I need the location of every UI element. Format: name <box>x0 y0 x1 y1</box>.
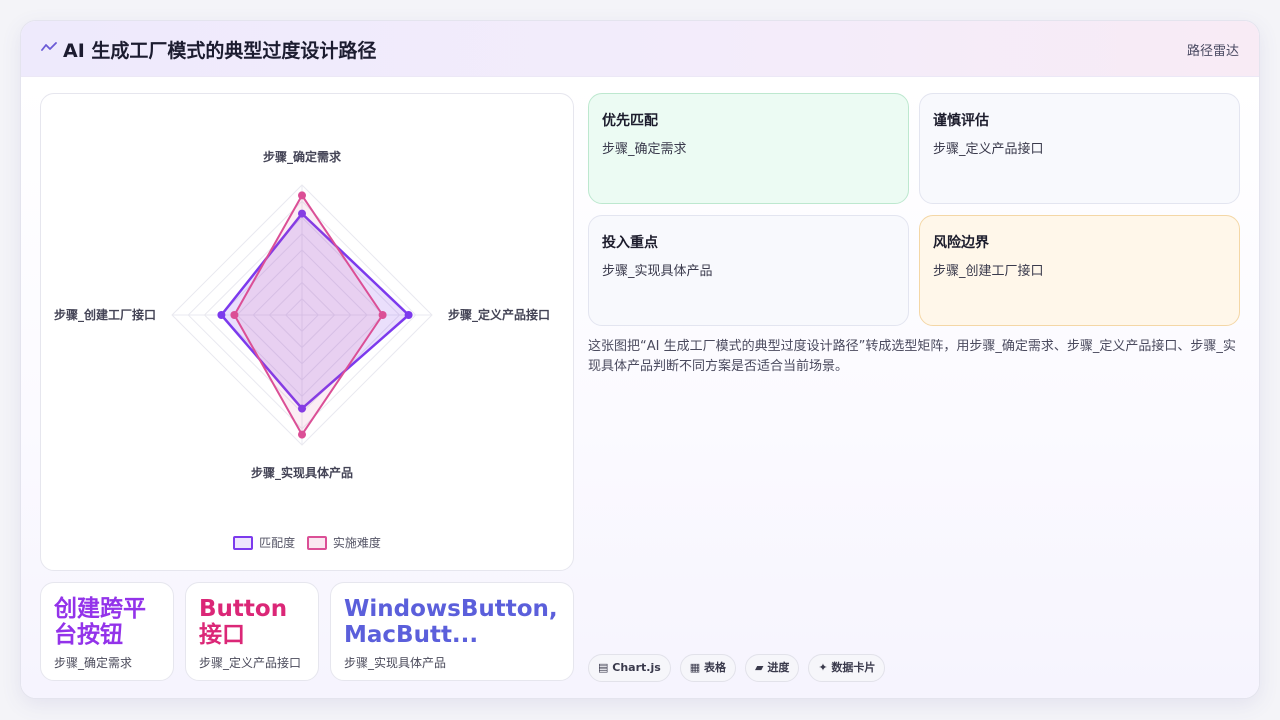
metric-label: 步骤_实现具体产品 <box>344 656 447 670</box>
quadrant-title: 风险边界 <box>933 235 989 251</box>
metric-label: 步骤_确定需求 <box>54 656 133 670</box>
radar-point-series-0 <box>217 311 226 319</box>
radar-point-series-1 <box>298 430 306 439</box>
chart-legend: 匹配度 实施难度 <box>41 534 573 553</box>
radar-point-series-1 <box>298 191 306 200</box>
radar-point-series-1 <box>378 311 387 319</box>
radar-chart-panel: 步骤_确定需求步骤_定义产品接口步骤_实现具体产品 步骤_创建工厂接口 匹配度 实… <box>40 93 574 571</box>
radar-point-series-0 <box>404 311 413 319</box>
metric-card: Button 接口 步骤_定义产品接口 <box>185 582 319 681</box>
tag-label: 数据卡片 <box>831 661 876 674</box>
quadrant-title: 投入重点 <box>602 235 658 251</box>
quadrant-value: 步骤_实现具体产品 <box>602 264 713 279</box>
page-title: AI 生成工厂模式的典型过度设计路径 <box>63 40 377 62</box>
radar-series-1-area <box>233 194 384 436</box>
quadrant-card-caution: 谨慎评估 步骤_定义产品接口 <box>919 93 1240 204</box>
metric-card: WindowsButton, MacButt... 步骤_实现具体产品 <box>330 582 574 681</box>
tag-label: 表格 <box>704 661 727 674</box>
dashboard-card: AI 生成工厂模式的典型过度设计路径 路径雷达 步骤_确定需求 步骤_定义产品接口… <box>20 20 1260 699</box>
tag-table[interactable]: ▦ 表格 <box>679 654 737 682</box>
progress-icon: ▰ <box>755 661 764 674</box>
quadrant-card-risk: 风险边界 步骤_创建工厂接口 <box>919 215 1240 326</box>
quadrant-title: 优先匹配 <box>602 113 658 129</box>
quadrant-card-focus: 投入重点 步骤_实现具体产品 <box>588 215 909 326</box>
radar-axis-label: 步骤_创建工厂接口 <box>54 307 156 323</box>
quadrant-card-priority: 优先匹配 步骤_确定需求 <box>588 93 909 204</box>
legend-label: 匹配度 <box>259 536 296 550</box>
description-text: 这张图把“AI 生成工厂模式的典型过度设计路径”转成选型矩阵，用步骤_确定需求、… <box>588 339 1236 374</box>
tag-label: Chart.js <box>612 661 661 674</box>
metric-label: 步骤_定义产品接口 <box>199 656 302 670</box>
tag-data-card[interactable]: ✦ 数据卡片 <box>808 654 886 682</box>
quadrant-title: 谨慎评估 <box>933 113 989 129</box>
legend-label: 实施难度 <box>332 536 381 550</box>
quadrant-value: 步骤_确定需求 <box>602 142 687 157</box>
metric-value: WindowsButton, MacButt... <box>344 596 558 648</box>
legend-item-series-0[interactable]: 匹配度 <box>233 534 295 551</box>
radar-axis-label: 步骤_确定需求 <box>263 149 342 165</box>
radar-axis-label: 步骤_实现具体产品 <box>251 465 353 481</box>
metric-card: 创建跨平台按钮 步骤_确定需求 <box>40 582 174 681</box>
metric-value: Button 接口 <box>199 596 288 648</box>
quadrant-value: 步骤_定义产品接口 <box>933 142 1044 157</box>
legend-swatch <box>233 535 254 550</box>
header-bar: AI 生成工厂模式的典型过度设计路径 路径雷达 <box>21 21 1259 77</box>
tag-chartjs[interactable]: ▤ Chart.js <box>588 654 671 682</box>
sparkline-icon <box>41 42 57 51</box>
tag-list: ▤ Chart.js ▦ 表格 ▰ 进度 ✦ 数据卡片 <box>588 654 894 682</box>
tag-progress[interactable]: ▰ 进度 <box>745 654 800 682</box>
radar-axis-label: 步骤_定义产品接口 <box>448 307 550 323</box>
chart-icon: ▤ <box>598 661 609 674</box>
tag-label: 进度 <box>767 661 790 674</box>
metric-value: 创建跨平台按钮 <box>54 596 146 648</box>
radar-chart: 步骤_确定需求步骤_定义产品接口步骤_实现具体产品 步骤_创建工厂接口 <box>54 149 550 481</box>
radar-link[interactable]: 路径雷达 <box>1187 40 1239 59</box>
data-card-icon: ✦ <box>818 661 828 674</box>
legend-swatch <box>306 535 327 550</box>
quadrant-value: 步骤_创建工厂接口 <box>933 264 1044 279</box>
legend-item-series-1[interactable]: 实施难度 <box>306 534 381 551</box>
radar-point-series-1 <box>230 311 239 319</box>
table-icon: ▦ <box>689 661 701 674</box>
